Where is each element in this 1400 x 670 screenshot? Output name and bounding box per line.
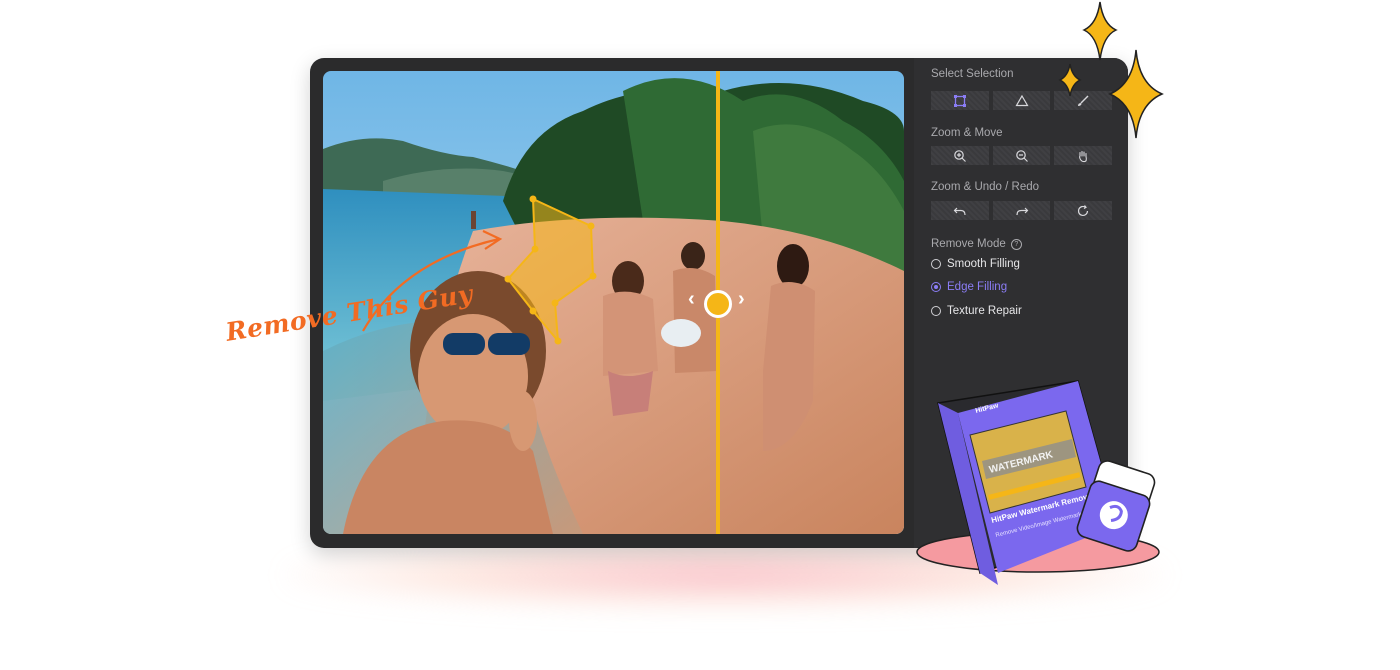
zoom-out-button[interactable] bbox=[992, 146, 1051, 165]
help-icon[interactable]: ? bbox=[1010, 239, 1022, 250]
sparkle-icon bbox=[1058, 1, 1164, 139]
zoom-undo-redo-title: Zoom & Undo / Redo bbox=[931, 181, 1040, 193]
redo-icon bbox=[1015, 207, 1028, 215]
chevron-left-icon: ‹ bbox=[688, 288, 695, 310]
zoom-move-title: Zoom & Move bbox=[931, 127, 1003, 139]
chevron-right-icon: › bbox=[738, 288, 745, 310]
reset-icon bbox=[1078, 204, 1089, 216]
zoom-out-icon bbox=[1015, 149, 1028, 162]
product-box-image: WATERMARK HitPaw HitPaw Watermark Remove… bbox=[916, 380, 1160, 585]
rectangle-select-icon bbox=[953, 94, 966, 107]
undo-button[interactable] bbox=[931, 201, 989, 220]
rectangle-select-button[interactable] bbox=[931, 91, 989, 110]
hand-icon bbox=[1079, 150, 1088, 162]
zoom-in-button[interactable] bbox=[931, 146, 989, 165]
option-label: Edge Filling bbox=[947, 281, 1008, 293]
redo-button[interactable] bbox=[992, 201, 1051, 220]
option-label: Smooth Filling bbox=[947, 258, 1020, 270]
radio-button-selected[interactable] bbox=[931, 282, 941, 292]
undo-icon bbox=[953, 207, 966, 215]
undo-redo-tools bbox=[931, 201, 1113, 220]
radio-button[interactable] bbox=[931, 259, 941, 269]
option-label: Texture Repair bbox=[947, 305, 1022, 317]
polygon-select-icon bbox=[1014, 94, 1029, 106]
polygon-select-button[interactable] bbox=[992, 91, 1051, 110]
texture-repair-option[interactable]: Texture Repair bbox=[931, 305, 1022, 317]
smooth-filling-option[interactable]: Smooth Filling bbox=[931, 258, 1020, 270]
select-selection-title: Select Selection bbox=[931, 68, 1014, 80]
reset-button[interactable] bbox=[1054, 201, 1113, 220]
edge-filling-option[interactable]: Edge Filling bbox=[931, 281, 1007, 293]
compare-handle[interactable] bbox=[704, 290, 732, 318]
radio-button[interactable] bbox=[931, 306, 941, 316]
remove-mode-header: Remove Mode? bbox=[931, 238, 1022, 250]
zoom-in-icon bbox=[954, 149, 966, 162]
remove-mode-title: Remove Mode bbox=[931, 238, 1006, 250]
